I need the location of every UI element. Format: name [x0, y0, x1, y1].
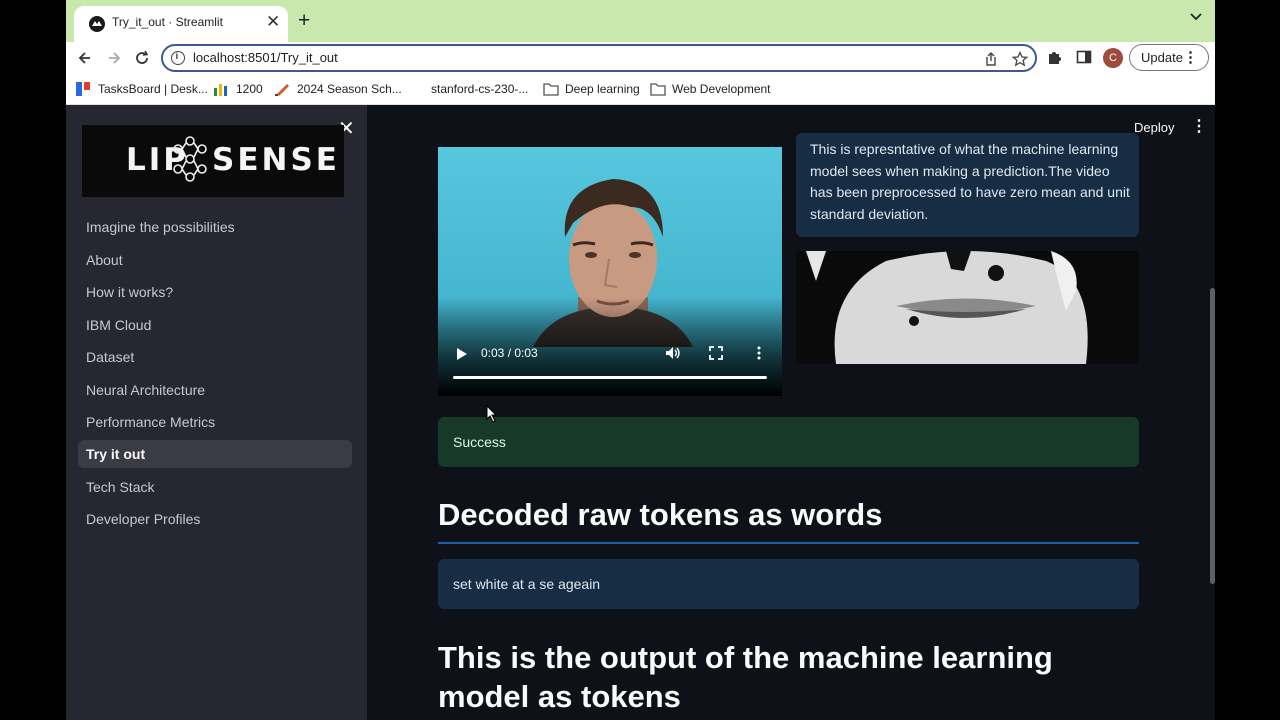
- url-text: localhost:8501/Try_it_out: [193, 50, 338, 65]
- tab-close-icon[interactable]: ✕: [266, 13, 280, 30]
- sidebar-item-ibm-cloud[interactable]: IBM Cloud: [78, 311, 352, 339]
- update-button-label: Update: [1141, 50, 1183, 65]
- bookmark-1200[interactable]: 1200: [236, 82, 263, 96]
- profile-avatar[interactable]: C: [1103, 48, 1123, 68]
- side-panel-icon[interactable]: [1076, 49, 1092, 65]
- streamlit-favicon-icon: [89, 16, 105, 32]
- volume-icon[interactable]: [665, 346, 681, 360]
- screen-right-margin: [1215, 0, 1280, 720]
- streamlit-app: ✕ LIP SENSE Imagine the possibilities Ab…: [66, 105, 1215, 720]
- sidebar-item-how-it-works[interactable]: How it works?: [78, 278, 352, 306]
- deploy-button[interactable]: Deploy: [1134, 120, 1174, 135]
- fullscreen-icon[interactable]: [709, 346, 723, 360]
- sidebar-item-neural-architecture[interactable]: Neural Architecture: [78, 376, 352, 404]
- preprocessed-mouth-frame: [796, 251, 1139, 364]
- sidebar-item-imagine[interactable]: Imagine the possibilities: [78, 213, 352, 241]
- success-alert-text: Success: [453, 434, 506, 450]
- share-icon[interactable]: [984, 51, 998, 67]
- play-icon[interactable]: [456, 347, 468, 361]
- update-button[interactable]: Update ⋮: [1129, 44, 1209, 71]
- folder-icon: [543, 83, 559, 96]
- site-info-icon[interactable]: [171, 51, 185, 65]
- heading-divider: [438, 542, 1139, 544]
- bookmarks-bar: TasksBoard | Desk... 1200 2024 Season Sc…: [66, 74, 1215, 105]
- video-more-icon[interactable]: [756, 346, 762, 360]
- browser-menu-icon[interactable]: ⋮: [1183, 45, 1198, 70]
- chart-bars-icon: [214, 84, 227, 96]
- bookmark-tasksboard[interactable]: TasksBoard | Desk...: [98, 82, 208, 96]
- main-menu-icon[interactable]: ⋮: [1191, 116, 1207, 136]
- tab-strip: Try_it_out · Streamlit ✕ +: [66, 0, 1215, 42]
- lipsense-logo: LIP SENSE: [82, 125, 344, 197]
- sidebar-item-tech-stack[interactable]: Tech Stack: [78, 473, 352, 501]
- success-alert: Success: [438, 417, 1139, 467]
- tasksboard-icon: [76, 82, 90, 96]
- bookmark-stanford-cs230[interactable]: stanford-cs-230-...: [431, 82, 528, 96]
- logo-text-right: SENSE: [212, 142, 340, 178]
- video-progress-bar[interactable]: [453, 376, 767, 379]
- decoded-text-box: set white at a se ageain: [438, 559, 1139, 609]
- forward-arrow-icon[interactable]: [104, 48, 124, 68]
- back-arrow-icon[interactable]: [75, 48, 95, 68]
- info-callout: This is represntative of what the machin…: [796, 133, 1139, 237]
- browser-tab[interactable]: Try_it_out · Streamlit ✕: [74, 6, 288, 42]
- bookmark-web-development[interactable]: Web Development: [672, 82, 771, 96]
- browser-window: Try_it_out · Streamlit ✕ + localhost:850…: [66, 0, 1215, 720]
- sidebar-item-developer-profiles[interactable]: Developer Profiles: [78, 505, 352, 533]
- folder-icon: [650, 83, 666, 96]
- chevron-down-icon[interactable]: [1190, 12, 1202, 22]
- sidebar-item-about[interactable]: About: [78, 246, 352, 274]
- reload-icon[interactable]: [132, 48, 152, 68]
- decoded-text: set white at a se ageain: [453, 576, 601, 592]
- browser-toolbar: localhost:8501/Try_it_out C Update ⋮: [66, 42, 1215, 74]
- sidebar-item-performance-metrics[interactable]: Performance Metrics: [78, 408, 352, 436]
- sidebar: ✕ LIP SENSE Imagine the possibilities Ab…: [66, 105, 367, 720]
- decoded-tokens-heading: Decoded raw tokens as words: [438, 497, 883, 532]
- neural-network-icon: [173, 136, 207, 182]
- video-time: 0:03 / 0:03: [481, 346, 538, 360]
- screen-left-margin: [0, 0, 66, 720]
- new-tab-icon[interactable]: +: [298, 10, 310, 31]
- address-bar[interactable]: localhost:8501/Try_it_out: [161, 44, 1037, 72]
- tab-title: Try_it_out · Streamlit: [112, 15, 223, 29]
- sidebar-item-dataset[interactable]: Dataset: [78, 343, 352, 371]
- extensions-puzzle-icon[interactable]: [1047, 49, 1063, 65]
- sidebar-item-try-it-out[interactable]: Try it out: [78, 440, 352, 468]
- scrollbar-thumb[interactable]: [1210, 288, 1215, 584]
- info-callout-text: This is represntative of what the machin…: [810, 141, 1130, 222]
- mouse-cursor-icon: [486, 405, 498, 423]
- bookmark-2024-season[interactable]: 2024 Season Sch...: [297, 82, 402, 96]
- model-output-heading: This is the output of the machine learni…: [438, 640, 1053, 714]
- bookmark-deep-learning[interactable]: Deep learning: [565, 82, 640, 96]
- preprocessed-mouth-image: [796, 251, 1139, 364]
- video-player[interactable]: 0:03 / 0:03: [438, 147, 782, 396]
- pencil-icon: [275, 84, 289, 96]
- bookmark-star-icon[interactable]: [1012, 51, 1028, 67]
